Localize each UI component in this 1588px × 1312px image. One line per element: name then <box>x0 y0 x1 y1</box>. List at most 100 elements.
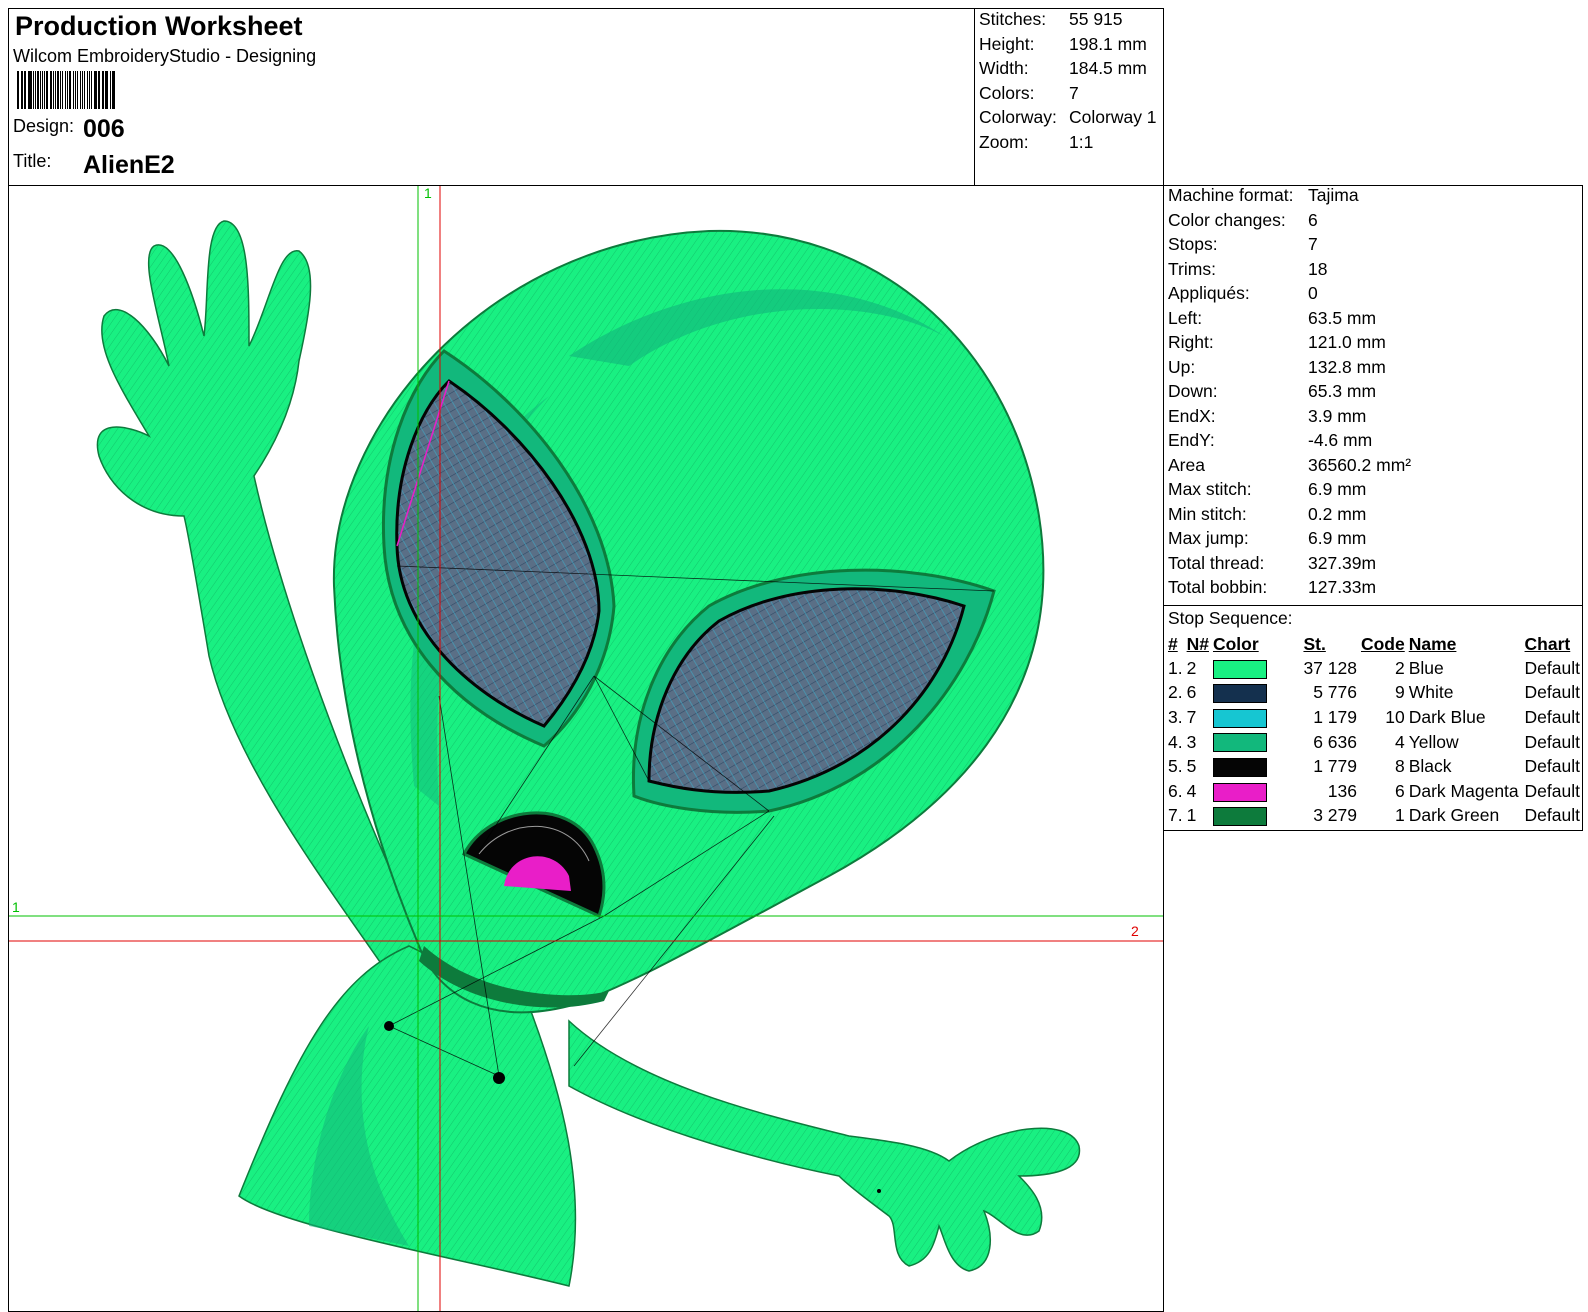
row-code: 2 <box>1395 657 1405 678</box>
worksheet-header: Production Worksheet Wilcom EmbroiderySt… <box>8 8 975 186</box>
col-st: St. <box>1303 633 1326 654</box>
row-num: 3. <box>1168 706 1183 727</box>
stop-sequence-table: # N# Color St. Code Name Chart 1. 2 37 128… <box>1166 632 1582 828</box>
stop-sequence-heading: Stop Sequence: <box>1168 608 1293 628</box>
row-color <box>1211 681 1301 706</box>
stat-row: Colorway: Colorway 1 <box>979 105 1159 130</box>
info-row: EndX: 3.9 mm <box>1168 404 1578 429</box>
stat-value: 1:1 <box>1069 132 1094 152</box>
color-swatch <box>1212 782 1267 802</box>
row-num: 7. <box>1168 805 1183 826</box>
info-label: Appliqués: <box>1168 283 1250 303</box>
worksheet-title: Production Worksheet <box>15 11 303 41</box>
info-row: Max stitch: 6.9 mm <box>1168 477 1578 502</box>
row-name: Black <box>1408 756 1452 777</box>
info-label: Up: <box>1168 356 1196 377</box>
alien-embroidery-image <box>9 186 1163 1311</box>
stat-row: Colors: 7 <box>979 81 1159 106</box>
info-value: 7 <box>1308 234 1318 254</box>
info-label: Area <box>1168 454 1205 475</box>
col-chart: Chart <box>1524 633 1571 654</box>
table-row: 6. 4 136 6 Dark Magenta Default <box>1166 779 1582 804</box>
row-name: Dark Magenta <box>1408 780 1519 801</box>
row-n: 1 <box>1186 805 1197 826</box>
table-row: 7. 1 3 279 1 Dark Green Default <box>1166 804 1582 829</box>
info-label: Max jump: <box>1168 528 1249 548</box>
row-stitches: 1 779 <box>1313 756 1357 777</box>
info-label: Min stitch: <box>1168 503 1247 524</box>
info-value: 0.2 mm <box>1308 503 1367 524</box>
guide-label-red: 2 <box>1131 923 1139 939</box>
info-row: Max jump: 6.9 mm <box>1168 526 1578 551</box>
row-name: Dark Green <box>1408 805 1500 826</box>
color-swatch <box>1212 659 1267 679</box>
row-code: 9 <box>1395 682 1405 703</box>
info-row: Area 36560.2 mm² <box>1168 453 1578 478</box>
stat-value: Colorway 1 <box>1069 107 1157 128</box>
info-row: Appliqués: 0 <box>1168 281 1578 306</box>
info-row: Color changes: 6 <box>1168 208 1578 233</box>
row-chart: Default <box>1524 682 1580 703</box>
row-name: Dark Blue <box>1408 706 1486 727</box>
row-color <box>1211 656 1301 681</box>
row-chart: Default <box>1524 805 1580 826</box>
row-n: 7 <box>1186 706 1197 727</box>
stop-sequence: Stop Sequence: # N# Color St. Code Name … <box>1163 605 1583 831</box>
row-n: 2 <box>1186 657 1197 678</box>
color-swatch <box>1212 708 1267 728</box>
row-code: 1 <box>1395 805 1405 826</box>
right-arm <box>568 1019 1081 1272</box>
stat-label: Colorway: <box>979 107 1057 128</box>
info-label: EndX: <box>1168 405 1216 426</box>
row-stitches: 37 128 <box>1303 657 1357 678</box>
row-chart: Default <box>1524 706 1580 727</box>
info-value: 6.9 mm <box>1308 479 1367 499</box>
info-value: 132.8 mm <box>1308 356 1386 377</box>
info-value: 6 <box>1308 209 1318 230</box>
row-code: 10 <box>1385 706 1405 727</box>
row-code: 8 <box>1395 756 1405 777</box>
color-swatch <box>1212 758 1267 778</box>
info-value: 36560.2 mm² <box>1308 454 1412 475</box>
row-color <box>1211 705 1301 730</box>
row-code: 4 <box>1395 731 1405 752</box>
info-value: 18 <box>1308 258 1328 279</box>
table-row: 2. 6 5 776 9 White Default <box>1166 681 1582 706</box>
info-value: -4.6 mm <box>1308 430 1373 450</box>
title-label: Title: <box>13 151 52 171</box>
row-stitches: 3 279 <box>1313 805 1357 826</box>
stat-value: 198.1 mm <box>1069 33 1147 54</box>
stat-row: Stitches: 55 915 <box>979 7 1159 32</box>
table-header-row: # N# Color St. Code Name Chart <box>1166 632 1582 656</box>
info-label: Total bobbin: <box>1168 577 1268 597</box>
col-num: # <box>1168 633 1178 654</box>
row-color <box>1211 804 1301 829</box>
info-value: 0 <box>1308 283 1318 303</box>
info-row: EndY: -4.6 mm <box>1168 428 1578 453</box>
machine-info: Machine format: Tajima Color changes: 6 Stop… <box>1163 185 1583 605</box>
row-chart: Default <box>1524 780 1580 801</box>
software-name: Wilcom EmbroideryStudio - Designing <box>13 46 317 66</box>
row-n: 3 <box>1186 731 1197 752</box>
row-num: 4. <box>1168 731 1183 752</box>
info-value: 121.0 mm <box>1308 332 1386 352</box>
color-swatch <box>1212 684 1267 704</box>
stat-label: Height: <box>979 33 1035 54</box>
col-color: Color <box>1212 633 1259 654</box>
info-label: Left: <box>1168 307 1203 328</box>
row-num: 6. <box>1168 780 1183 801</box>
row-name: White <box>1408 682 1454 703</box>
row-stitches: 136 <box>1327 780 1357 801</box>
stat-value: 55 915 <box>1069 9 1123 29</box>
info-row: Right: 121.0 mm <box>1168 330 1578 355</box>
table-row: 3. 7 1 179 10 Dark Blue Default <box>1166 705 1582 730</box>
row-n: 4 <box>1186 780 1197 801</box>
info-value: 65.3 mm <box>1308 381 1377 401</box>
row-name: Yellow <box>1408 731 1459 752</box>
row-color <box>1211 730 1301 755</box>
info-value: 327.39m <box>1308 552 1377 573</box>
stat-value: 184.5 mm <box>1069 58 1147 79</box>
row-num: 1. <box>1168 657 1183 678</box>
row-stitches: 1 179 <box>1313 706 1357 727</box>
table-row: 4. 3 6 636 4 Yellow Default <box>1166 730 1582 755</box>
